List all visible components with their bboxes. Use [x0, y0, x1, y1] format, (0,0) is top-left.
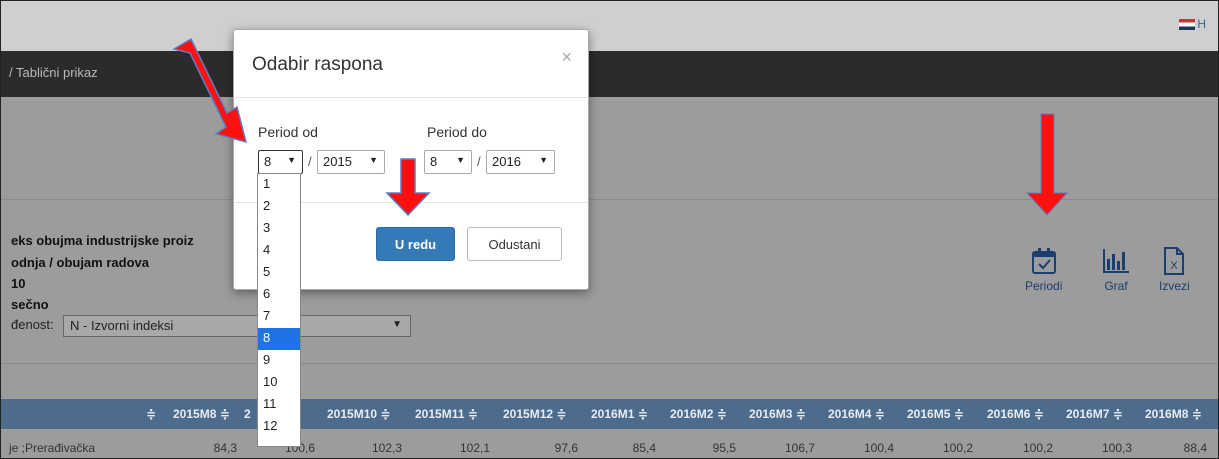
sort-icon[interactable]: ≑: [146, 407, 156, 421]
table-cell: 100,2: [1022, 441, 1053, 455]
column-header[interactable]: 2015M10 ≑: [327, 407, 390, 421]
excel-export-icon: X: [1164, 247, 1185, 275]
bar-chart-icon: [1103, 249, 1129, 273]
column-header[interactable]: 2016M7 ≑: [1066, 407, 1123, 421]
table-cell: 84,3: [213, 441, 237, 455]
table-cell: 95,5: [712, 441, 736, 455]
divider: [1, 199, 1218, 200]
report-period-line: sečno: [11, 297, 49, 312]
periods-button[interactable]: Periodi: [1025, 247, 1062, 293]
caret-down-icon: ▼: [392, 319, 402, 330]
column-header[interactable]: 2016M8 ≑: [1145, 407, 1202, 421]
navbar: [1, 51, 1218, 97]
periods-label: Periodi: [1025, 279, 1063, 293]
column-header[interactable]: 2015M11 ≑: [415, 407, 478, 421]
table-cell: 100,2: [942, 441, 973, 455]
column-header[interactable]: 2016M5 ≑: [907, 407, 964, 421]
month-option[interactable]: 2: [258, 196, 300, 218]
report-base-line: 10: [11, 276, 26, 291]
table-cell: 97,6: [554, 441, 578, 455]
column-header[interactable]: 2016M2 ≑: [670, 407, 727, 421]
divider: [1, 363, 1218, 364]
from-year-value: 2015: [323, 154, 352, 169]
adjustment-label: đenost:: [11, 317, 54, 332]
table-cell: 100,3: [1101, 441, 1132, 455]
table-cell: 85,4: [632, 441, 656, 455]
month-option[interactable]: 3: [258, 218, 300, 240]
table-cell: 100,4: [863, 441, 894, 455]
date-separator: /: [477, 154, 481, 169]
modal-header: Odabir raspona ×: [234, 30, 588, 98]
from-year-select[interactable]: 2015 ▼: [317, 150, 385, 174]
column-header[interactable]: 2016M4 ≑: [828, 407, 885, 421]
screenshot-frame: H / Tablični prikaz eks obujma industrij…: [0, 0, 1219, 459]
table-cell: 106,7: [784, 441, 815, 455]
croatian-flag-icon: [1179, 18, 1196, 30]
to-month-value: 8: [430, 154, 438, 169]
cancel-button[interactable]: Odustani: [467, 227, 562, 261]
column-header[interactable]: 2015M12 ≑: [503, 407, 566, 421]
ok-button[interactable]: U redu: [376, 227, 455, 261]
modal-title: Odabir raspona: [252, 54, 383, 75]
month-option[interactable]: 6: [258, 284, 300, 306]
top-strip: [1, 1, 1218, 51]
month-option[interactable]: 10: [258, 372, 300, 394]
export-button[interactable]: X Izvezi: [1159, 247, 1190, 293]
breadcrumb-current[interactable]: Tablični prikaz: [16, 65, 98, 80]
language-label: H: [1197, 17, 1206, 31]
column-header[interactable]: 2016M6 ≑: [987, 407, 1044, 421]
table-cell: 102,1: [459, 441, 490, 455]
month-option[interactable]: 7: [258, 306, 300, 328]
graph-button[interactable]: Graf: [1101, 247, 1131, 293]
month-option[interactable]: 12: [258, 416, 300, 438]
language-switch[interactable]: H: [1179, 17, 1206, 31]
column-header[interactable]: 2: [244, 407, 251, 421]
adjustment-value: N - Izvorni indeksi: [70, 318, 174, 333]
table-cell: 102,3: [371, 441, 402, 455]
month-option[interactable]: 5: [258, 262, 300, 284]
export-label: Izvezi: [1159, 279, 1190, 293]
to-year-value: 2016: [492, 154, 521, 169]
caret-down-icon: ▼: [539, 155, 548, 165]
from-month-select[interactable]: 8 ▼: [258, 150, 303, 174]
close-icon[interactable]: ×: [561, 47, 572, 68]
month-option[interactable]: 11: [258, 394, 300, 416]
calendar-check-icon: [1031, 248, 1056, 274]
date-separator: /: [308, 154, 312, 169]
table-cell: 88,4: [1183, 441, 1207, 455]
from-month-value: 8: [264, 154, 272, 169]
caret-down-icon: ▼: [287, 155, 296, 165]
caret-down-icon: ▼: [456, 155, 465, 165]
month-option[interactable]: 4: [258, 240, 300, 262]
report-subtitle-line: odnja / obujam radova: [11, 255, 149, 270]
month-option[interactable]: 8: [258, 328, 300, 350]
column-header[interactable]: 2015M8 ≑: [173, 407, 230, 421]
to-month-select[interactable]: 8 ▼: [424, 150, 472, 174]
breadcrumb-separator: /: [9, 65, 13, 80]
to-year-select[interactable]: 2016 ▼: [486, 150, 555, 174]
caret-down-icon: ▼: [369, 155, 378, 165]
month-dropdown-list: 1 2 3 4 5 6 7 8 9 10 11 12: [257, 173, 301, 447]
period-from-label: Period od: [258, 124, 318, 140]
row-label: je ;Prerađivačka: [9, 441, 96, 455]
svg-text:X: X: [1171, 260, 1179, 272]
graph-label: Graf: [1104, 279, 1128, 293]
period-to-label: Period do: [427, 124, 487, 140]
column-header[interactable]: 2016M3 ≑: [749, 407, 806, 421]
adjustment-select[interactable]: N - Izvorni indeksi ▼: [63, 315, 411, 337]
report-title-line: eks obujma industrijske proiz: [11, 233, 194, 248]
month-option[interactable]: 1: [258, 174, 300, 196]
breadcrumb: / Tablični prikaz: [9, 65, 98, 80]
month-option[interactable]: 9: [258, 350, 300, 372]
column-header[interactable]: 2016M1 ≑: [591, 407, 648, 421]
